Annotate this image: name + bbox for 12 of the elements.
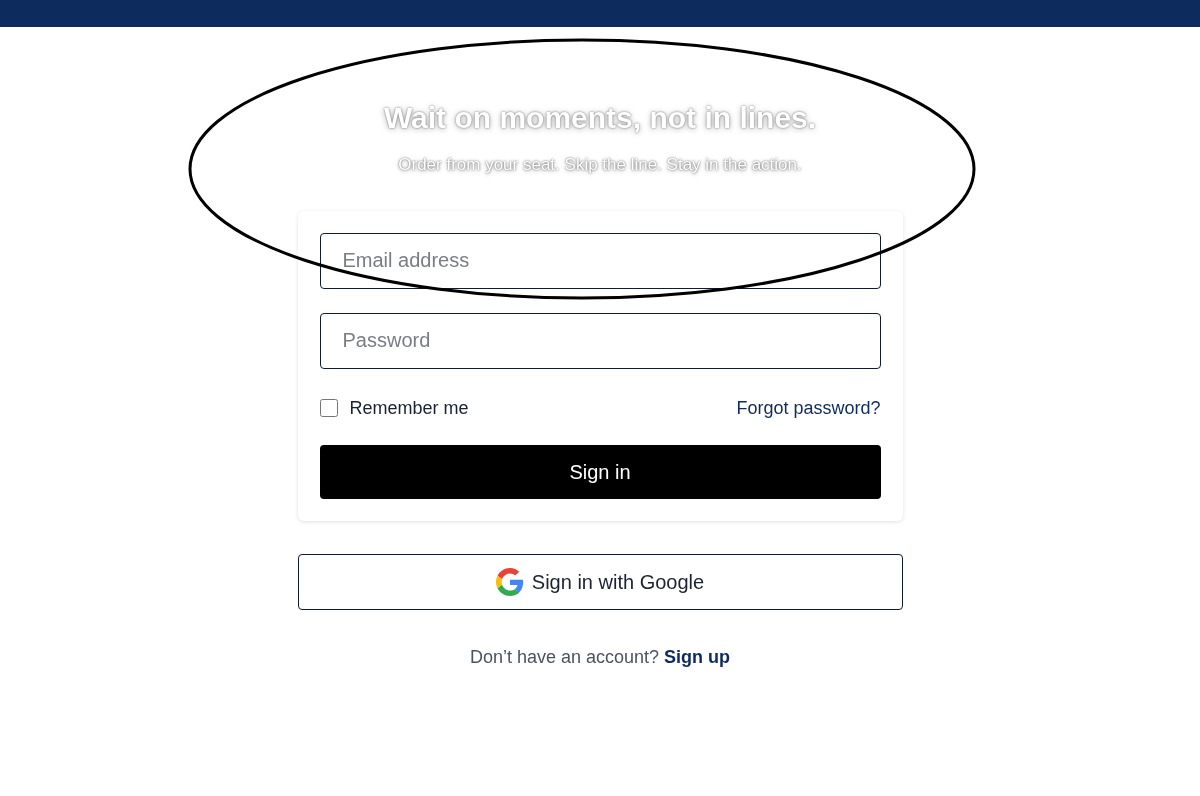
remember-label: Remember me (349, 396, 469, 420)
hero-subtitle: Order from your seat. Skip the line. Stay in the action. (396, 154, 803, 177)
forgot-password-link[interactable]: Forgot password? (736, 394, 881, 422)
password-field[interactable]: Password (319, 312, 881, 369)
google-logo-icon (495, 567, 524, 596)
email-field[interactable]: Email address (319, 232, 881, 289)
hero-title: Wait on moments, not in lines. (381, 100, 818, 136)
sign-in-button[interactable]: Sign in (319, 444, 881, 499)
signup-prompt: Don’t have an account? (469, 646, 660, 667)
remember-checkbox[interactable] (319, 399, 338, 417)
sign-up-link[interactable]: Sign up (664, 646, 731, 667)
google-sign-in-button[interactable]: Sign in with Google (297, 553, 903, 610)
